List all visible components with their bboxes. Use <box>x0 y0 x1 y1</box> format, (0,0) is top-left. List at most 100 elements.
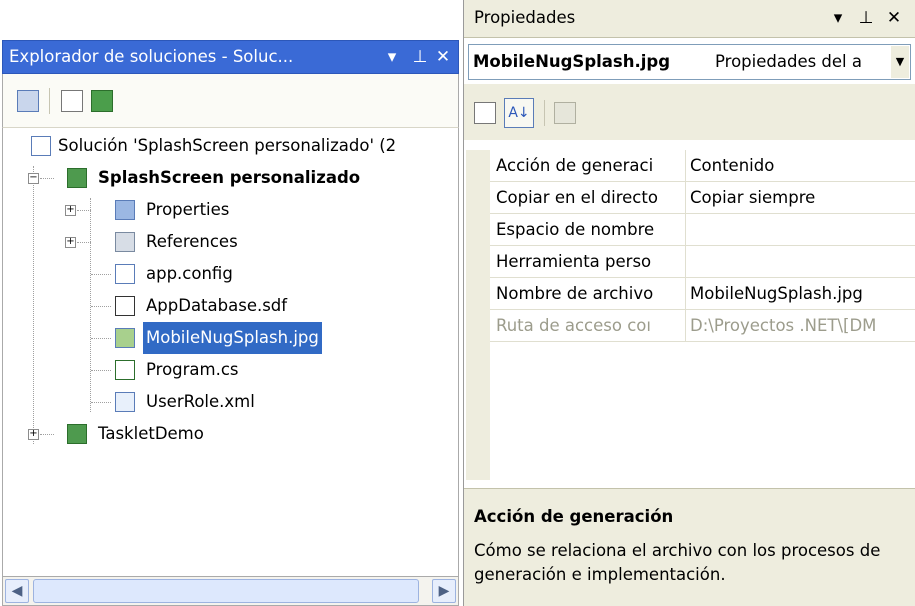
property-value: D:\Proyectos .NET\[DM <box>690 316 877 335</box>
database-file-icon <box>115 296 135 316</box>
property-name: Acción de generaci <box>496 156 654 175</box>
close-icon[interactable]: ✕ <box>431 45 455 69</box>
description-text: Cómo se relaciona el archivo con los pro… <box>474 541 881 584</box>
row-line <box>490 341 915 342</box>
tree-connector <box>77 210 91 211</box>
solution-explorer-titlebar[interactable]: Explorador de soluciones - Soluc... ▾ ⊥ … <box>2 40 459 74</box>
row-divider <box>685 150 686 182</box>
image-file-icon <box>115 328 135 348</box>
tree-connector <box>91 370 111 371</box>
categorized-icon[interactable] <box>474 102 496 124</box>
row-divider <box>685 246 686 278</box>
item-label: Program.cs <box>146 360 239 379</box>
row-divider <box>685 310 686 342</box>
row-gutter <box>466 150 490 182</box>
property-row[interactable]: Nombre de archivo MobileNugSplash.jpg <box>466 278 915 310</box>
property-row[interactable]: Herramienta perso <box>466 246 915 278</box>
tree-connector <box>91 402 111 403</box>
expand-toggle-icon[interactable]: + <box>65 205 76 216</box>
tree-node-references[interactable]: + References <box>3 226 460 258</box>
properties-folder-icon <box>115 200 135 220</box>
property-value[interactable]: MobileNugSplash.jpg <box>690 278 915 310</box>
properties-button-icon[interactable] <box>17 90 39 112</box>
item-label-selected: MobileNugSplash.jpg <box>143 322 322 354</box>
close-icon[interactable]: ✕ <box>882 6 906 30</box>
description-pane: Acción de generación Cómo se relaciona e… <box>464 488 915 606</box>
show-all-files-icon[interactable] <box>61 90 83 112</box>
item-label: UserRole.xml <box>146 392 255 411</box>
refresh-icon[interactable] <box>91 90 113 112</box>
alphabetical-sort-icon[interactable]: A↓ <box>504 98 534 128</box>
property-row[interactable]: Acción de generaci Contenido <box>466 150 915 182</box>
chevron-down-icon[interactable]: ▼ <box>891 46 909 78</box>
property-name: Espacio de nombre <box>496 220 655 239</box>
properties-toolbar: A↓ <box>464 84 915 140</box>
row-divider <box>685 278 686 310</box>
solution-explorer-title: Explorador de soluciones - Soluc... <box>9 47 294 66</box>
property-pages-icon[interactable] <box>554 102 576 124</box>
dropdown-arrow-icon[interactable]: ▾ <box>380 45 404 69</box>
toolbar-separator <box>49 88 50 114</box>
property-value[interactable]: Contenido <box>690 150 915 182</box>
solution-tree: Solución 'SplashScreen personalizado' (2… <box>2 128 459 576</box>
csharp-project-icon <box>67 168 87 188</box>
expand-toggle-icon[interactable]: + <box>65 237 76 248</box>
project-label: SplashScreen personalizado <box>98 168 361 187</box>
tree-node-project[interactable]: − SplashScreen personalizado <box>3 162 460 194</box>
property-name: Herramienta perso <box>496 252 652 271</box>
tree-connector <box>77 242 91 243</box>
properties-title: Propiedades <box>474 8 576 27</box>
item-label: Properties <box>146 200 230 219</box>
horizontal-scrollbar[interactable]: ◀ ▶ <box>2 576 459 606</box>
row-gutter <box>466 278 490 310</box>
row-divider <box>685 182 686 214</box>
tree-node-solution[interactable]: Solución 'SplashScreen personalizado' (2 <box>31 130 461 162</box>
property-name: Nombre de archivo <box>496 284 654 303</box>
config-file-icon <box>115 264 135 284</box>
tree-node-app-config[interactable]: app.config <box>3 258 460 290</box>
solution-label: Solución 'SplashScreen personalizado' (2 <box>58 136 397 155</box>
scroll-left-icon[interactable]: ◀ <box>5 579 29 603</box>
scroll-right-icon[interactable]: ▶ <box>432 579 456 603</box>
collapse-toggle-icon[interactable]: − <box>28 173 39 184</box>
tree-node-properties[interactable]: + Properties <box>3 194 460 226</box>
csharp-project-icon <box>67 424 87 444</box>
solution-icon <box>31 136 51 156</box>
property-name: Ruta de acceso coı <box>496 316 651 335</box>
tree-node-appdatabase[interactable]: AppDatabase.sdf <box>3 290 460 322</box>
row-divider <box>685 214 686 246</box>
tree-connector <box>40 434 54 435</box>
row-gutter <box>466 182 490 214</box>
tree-node-program-cs[interactable]: Program.cs <box>3 354 460 386</box>
tree-connector <box>40 178 54 179</box>
expand-toggle-icon[interactable]: + <box>28 429 39 440</box>
tree-connector <box>91 338 111 339</box>
tree-node-taskletdemo[interactable]: + TaskletDemo <box>3 418 460 450</box>
object-selector[interactable]: MobileNugSplash.jpg Propiedades del a ▼ <box>468 44 911 80</box>
pin-icon[interactable]: ⊥ <box>408 45 432 69</box>
tree-connector <box>91 274 111 275</box>
toolbar-separator <box>544 100 545 126</box>
property-value[interactable]: Copiar siempre <box>690 182 915 214</box>
references-folder-icon <box>115 232 135 252</box>
dropdown-arrow-icon[interactable]: ▾ <box>826 6 850 30</box>
pin-icon[interactable]: ⊥ <box>854 6 878 30</box>
item-label: AppDatabase.sdf <box>146 296 288 315</box>
object-type: Propiedades del a <box>715 52 863 71</box>
item-label: app.config <box>146 264 233 283</box>
properties-titlebar[interactable]: Propiedades ▾ ⊥ ✕ <box>464 0 915 38</box>
description-title: Acción de generación <box>474 507 674 526</box>
solution-explorer-toolbar <box>2 74 459 128</box>
project-label: TaskletDemo <box>98 424 204 443</box>
scroll-thumb[interactable] <box>33 579 419 603</box>
xml-file-icon <box>115 392 135 412</box>
property-row[interactable]: Espacio de nombre <box>466 214 915 246</box>
property-row-disabled[interactable]: Ruta de acceso coı D:\Proyectos .NET\[DM <box>466 310 915 342</box>
row-gutter <box>466 214 490 246</box>
tree-node-userrole-xml[interactable]: UserRole.xml <box>3 386 460 418</box>
property-name: Copiar en el directo <box>496 188 658 207</box>
tree-node-mobilenugsplash[interactable]: MobileNugSplash.jpg <box>3 322 460 354</box>
tree-connector <box>91 306 111 307</box>
property-row[interactable]: Copiar en el directo Copiar siempre <box>466 182 915 214</box>
row-gutter <box>466 310 490 342</box>
